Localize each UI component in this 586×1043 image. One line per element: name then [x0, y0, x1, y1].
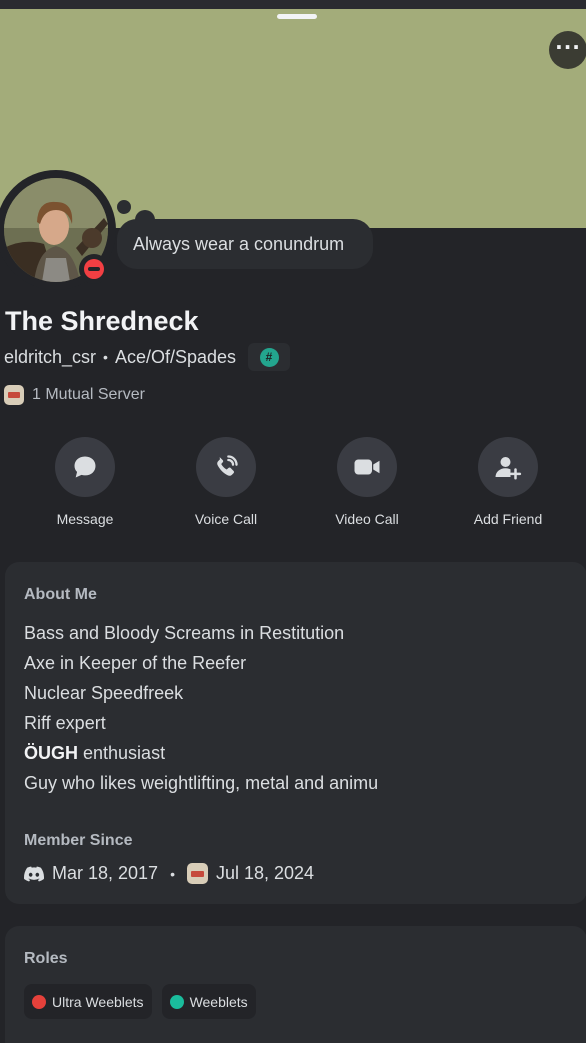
message-button[interactable]: Message [25, 437, 145, 527]
about-line: Axe in Keeper of the Reefer [24, 653, 247, 673]
phone-call-icon [196, 437, 256, 497]
mutual-servers-link[interactable]: 1 Mutual Server [4, 385, 145, 405]
role-name: Ultra Weeblets [52, 993, 144, 1010]
about-me-text: Bass and Bloody Screams in Restitution A… [24, 621, 378, 801]
voice-call-button[interactable]: Voice Call [166, 437, 286, 527]
about-line-rest: enthusiast [83, 743, 166, 763]
username: eldritch_csr [4, 346, 97, 367]
role-pill[interactable]: Ultra Weeblets [24, 984, 152, 1019]
status-bubble-tail [117, 200, 131, 214]
custom-status-bubble: Always wear a conundrum [117, 219, 373, 269]
top-strip [0, 0, 586, 9]
roles-card: Roles Ultra Weeblets Weeblets [5, 926, 586, 1043]
custom-status-text: Always wear a conundrum [133, 233, 345, 254]
message-label: Message [56, 511, 114, 527]
about-line: Riff expert [24, 713, 106, 733]
action-buttons: Message Voice Call Video Call Add Friend [0, 437, 586, 537]
about-me-title: About Me [24, 586, 97, 603]
hashtag-icon: # [259, 347, 279, 367]
add-friend-button[interactable]: Add Friend [448, 437, 568, 527]
mutual-servers-text: 1 Mutual Server [32, 386, 145, 403]
about-me-card: About Me Bass and Bloody Screams in Rest… [5, 562, 586, 904]
role-pill[interactable]: Weeblets [161, 984, 256, 1019]
roles-title: Roles [24, 950, 68, 967]
sheet-drag-handle[interactable] [277, 14, 317, 19]
roles-list: Ultra Weeblets Weeblets [24, 984, 266, 1019]
display-name: The Shredneck [5, 306, 199, 336]
about-line: ÖUGH enthusiast [24, 741, 378, 771]
separator-dot: • [103, 349, 108, 365]
about-line: Bass and Bloody Screams in Restitution [24, 623, 345, 643]
bold-word: ÖUGH [24, 743, 78, 763]
server-icon [186, 863, 208, 884]
video-call-label: Video Call [335, 511, 399, 527]
member-since-row: Mar 18, 2017 • Jul 18, 2024 [24, 863, 314, 884]
video-camera-icon [337, 437, 397, 497]
add-friend-label: Add Friend [473, 511, 543, 527]
status-indicator [79, 254, 109, 284]
ellipsis-icon: ··· [555, 35, 581, 59]
discord-icon [24, 866, 44, 882]
member-since-title: Member Since [24, 832, 133, 849]
server-tag-badge[interactable]: # [248, 343, 291, 371]
server-icon [4, 385, 24, 405]
do-not-disturb-icon [84, 259, 104, 279]
server-member-since: Jul 18, 2024 [215, 863, 315, 883]
video-call-button[interactable]: Video Call [307, 437, 427, 527]
discord-member-since: Mar 18, 2017 [52, 863, 159, 883]
about-line: Nuclear Speedfreek [24, 683, 184, 703]
voice-call-label: Voice Call [194, 511, 258, 527]
role-name: Weeblets [189, 993, 248, 1010]
role-color-dot [169, 994, 184, 1009]
add-friend-icon [478, 437, 538, 497]
more-options-button[interactable]: ··· [549, 31, 586, 69]
pronouns: Ace/Of/Spades [114, 346, 237, 367]
about-line: Guy who likes weightlifting, metal and a… [24, 773, 379, 793]
chat-bubble-icon [55, 437, 115, 497]
separator-dot: • [170, 865, 175, 882]
role-color-dot [32, 994, 46, 1009]
username-row: eldritch_csr • Ace/Of/Spades # [4, 343, 291, 371]
